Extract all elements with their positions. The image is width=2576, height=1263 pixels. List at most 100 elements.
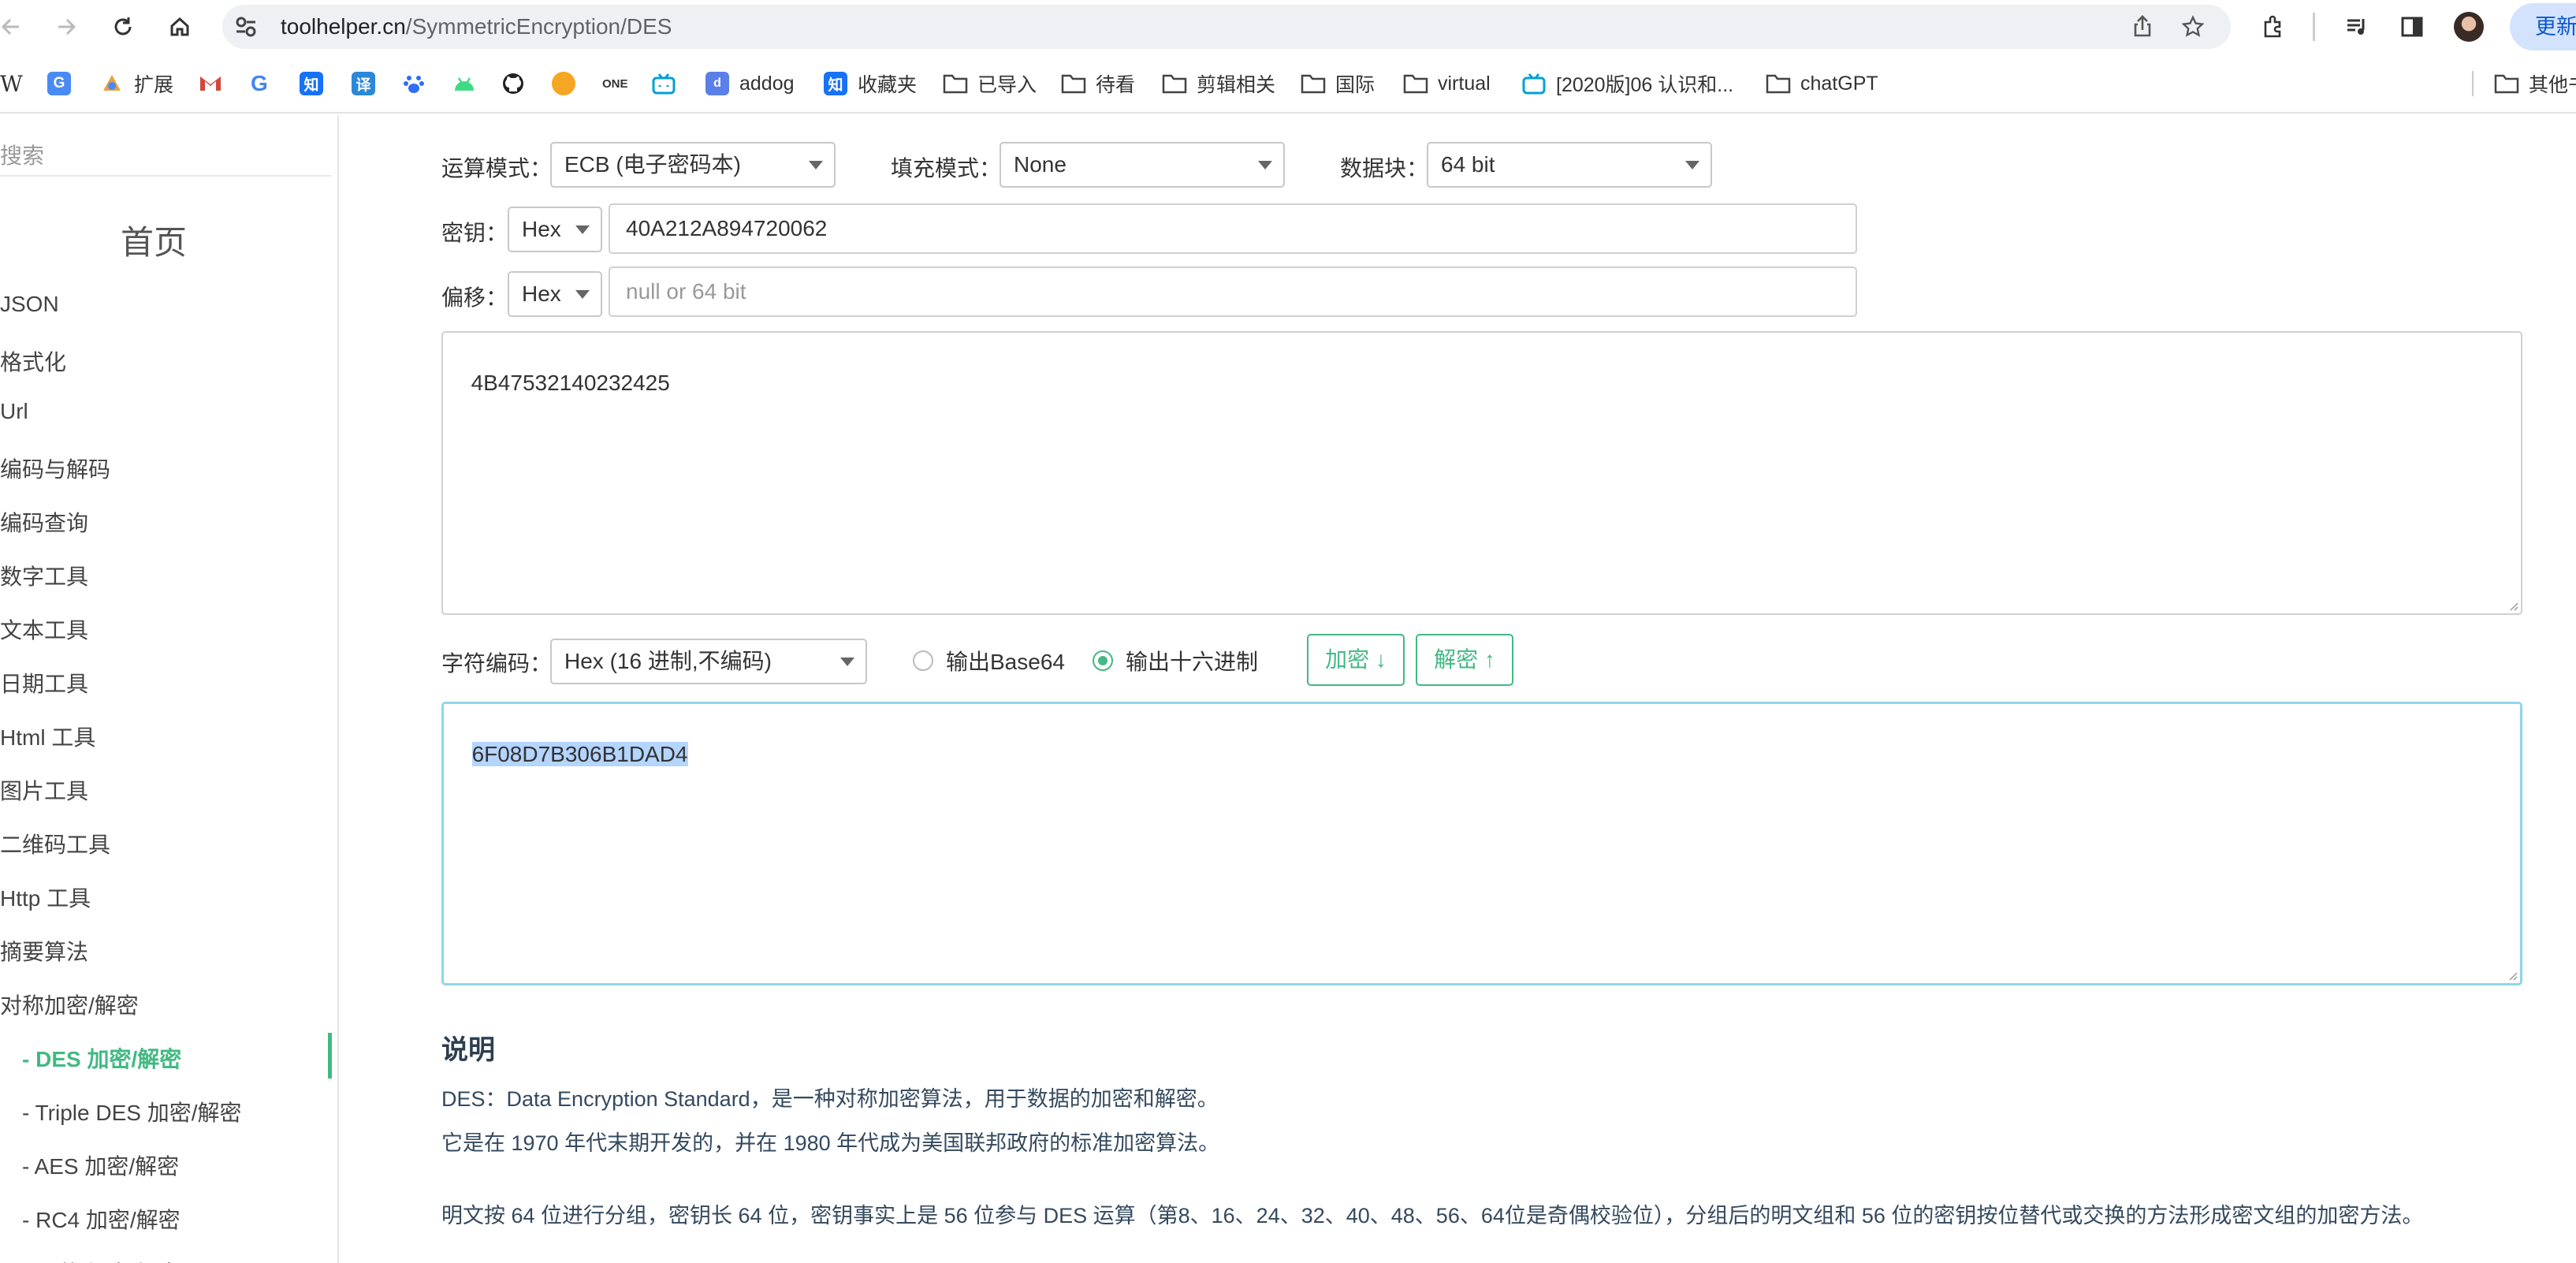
wikipedia-icon[interactable]: W [0, 54, 23, 114]
resize-handle-icon[interactable] [2507, 600, 2518, 611]
site-settings-icon[interactable] [233, 14, 259, 39]
sidebar-item-number-tools[interactable]: 数字工具 [0, 560, 88, 591]
description-line-2: 它是在 1970 年代末期开发的，并在 1980 年代成为美国联邦政府的标准加密… [441, 1131, 1220, 1155]
radio-unchecked-icon [913, 650, 933, 671]
sidebar-item-html-tools[interactable]: Html 工具 [0, 721, 95, 752]
bookmark-folder-international[interactable]: 国际 [1301, 54, 1375, 114]
sidebar-item-encode-decode[interactable]: 编码与解码 [0, 453, 110, 484]
folder-icon [943, 71, 968, 96]
output-text: 6F08D7B306B1DAD4 [471, 742, 688, 766]
bookmark-folder-editing[interactable]: 剪辑相关 [1162, 54, 1275, 114]
github-icon[interactable] [501, 54, 525, 114]
key-input[interactable]: 40A212A894720062 [609, 203, 1857, 254]
description-line-3: 明文按 64 位进行分组，密钥长 64 位，密钥事实上是 56 位参与 DES … [441, 1204, 2424, 1228]
google-icon[interactable]: G [251, 54, 268, 114]
charset-label: 字符编码： [441, 651, 553, 676]
chevron-down-icon [575, 225, 590, 234]
chevron-down-icon [840, 658, 854, 666]
mode-select[interactable]: ECB (电子密码本) [550, 142, 836, 188]
bookmarks-bar: W G 扩展 G 知 译 ONE d addog 知 收藏夹 已导入 待看 剪辑… [0, 54, 2576, 114]
zhihu-icon: 知 [823, 71, 848, 96]
bookmark-folder-other[interactable]: 其他书 [2494, 54, 2576, 114]
profile-avatar-icon[interactable] [2451, 9, 2486, 44]
folder-icon [1766, 71, 1791, 96]
browser-toolbar: toolhelper.cn/SymmetricEncryption/DES 更新 [0, 0, 2576, 54]
chevron-down-icon [575, 290, 590, 299]
back-icon[interactable] [0, 9, 28, 44]
bookmark-star-icon[interactable] [2176, 9, 2210, 44]
sidebar-subitem-rc4[interactable]: - RC4 加密/解密 [22, 1203, 181, 1235]
url-text: toolhelper.cn/SymmetricEncryption/DES [281, 14, 672, 39]
mode-label: 运算模式： [441, 156, 553, 181]
padding-label: 填充模式： [891, 156, 1002, 181]
sidebar: 搜索 首页 JSON 格式化 Url 编码与解码 编码查询 数字工具 文本工具 … [0, 115, 339, 1263]
sidebar-item-encode-lookup[interactable]: 编码查询 [0, 506, 88, 538]
orange-site-icon[interactable] [552, 54, 575, 114]
bookmarks-divider [2472, 71, 2474, 96]
sidebar-item-symmetric[interactable]: 对称加密/解密 [0, 989, 139, 1020]
sidebar-item-http-tools[interactable]: Http 工具 [0, 881, 91, 913]
sidebar-item-qrcode-tools[interactable]: 二维码工具 [0, 828, 110, 859]
baidu-icon[interactable] [402, 54, 426, 114]
folder-icon [1403, 71, 1428, 96]
bookmark-extensions[interactable]: 扩展 [99, 54, 173, 114]
encrypt-button[interactable]: 加密 ↓ [1307, 634, 1405, 686]
media-control-icon[interactable] [2340, 9, 2374, 44]
android-icon[interactable] [452, 54, 476, 114]
folder-icon [1061, 71, 1086, 96]
sidebar-item-json[interactable]: JSON [0, 292, 59, 317]
sidebar-subitem-rabbit[interactable]: - 月节 加密/解密 [22, 1257, 181, 1263]
sidebar-home[interactable]: 首页 [0, 216, 307, 264]
side-panel-icon[interactable] [2395, 9, 2429, 44]
bookmark-folder-watch-later[interactable]: 待看 [1061, 54, 1135, 114]
block-select[interactable]: 64 bit [1427, 142, 1712, 188]
update-button[interactable]: 更新 [2510, 3, 2576, 50]
forward-icon[interactable] [49, 9, 84, 44]
toolbar-divider [2313, 13, 2315, 41]
sidebar-subitem-aes[interactable]: - AES 加密/解密 [22, 1149, 179, 1181]
bookmark-folder-chatgpt[interactable]: chatGPT [1766, 54, 1878, 114]
chevron-down-icon [1258, 161, 1272, 170]
sidebar-item-date-tools[interactable]: 日期工具 [0, 667, 88, 699]
home-icon[interactable] [162, 9, 197, 44]
bookmark-folder-imported[interactable]: 已导入 [943, 54, 1037, 114]
decrypt-button[interactable]: 解密 ↑ [1416, 634, 1513, 686]
sidebar-item-digest[interactable]: 摘要算法 [0, 935, 88, 967]
iv-format-select[interactable]: Hex [508, 271, 602, 317]
padding-select[interactable]: None [1000, 142, 1285, 188]
output-base64-radio[interactable]: 输出Base64 [913, 645, 1065, 676]
translate-bookmark-icon[interactable]: 译 [352, 54, 375, 114]
key-format-select[interactable]: Hex [508, 207, 602, 252]
sidebar-item-text-tools[interactable]: 文本工具 [0, 613, 88, 645]
one-icon[interactable]: ONE [602, 54, 628, 114]
address-bar[interactable]: toolhelper.cn/SymmetricEncryption/DES [222, 5, 2231, 49]
reload-icon[interactable] [106, 9, 140, 44]
sidebar-subitem-triple-des[interactable]: - Triple DES 加密/解密 [22, 1096, 241, 1127]
radio-checked-icon [1093, 650, 1113, 671]
zhihu-bookmark-icon[interactable]: 知 [300, 54, 323, 114]
translate-icon[interactable]: G [47, 54, 71, 114]
bookmark-favorites[interactable]: 知 收藏夹 [823, 54, 917, 114]
sidebar-item-url[interactable]: Url [0, 399, 28, 424]
key-label: 密钥： [441, 221, 508, 245]
resize-handle-icon[interactable] [2507, 970, 2518, 981]
sidebar-subitem-des[interactable]: - DES 加密/解密 [22, 1042, 181, 1074]
folder-icon [2494, 71, 2519, 96]
plaintext-textarea[interactable]: 4B47532140232425 [441, 331, 2522, 615]
folder-icon [1301, 71, 1326, 96]
iv-input[interactable]: null or 64 bit [609, 266, 1857, 317]
bookmark-folder-virtual[interactable]: virtual [1403, 54, 1491, 114]
output-textarea[interactable]: 6F08D7B306B1DAD4 [441, 702, 2522, 985]
sidebar-item-format[interactable]: 格式化 [0, 345, 66, 377]
output-hex-radio[interactable]: 输出十六进制 [1093, 645, 1258, 676]
share-icon[interactable] [2125, 9, 2160, 44]
charset-select[interactable]: Hex (16 进制,不编码) [550, 639, 867, 684]
search-input[interactable]: 搜索 [0, 131, 331, 177]
bookmark-addog[interactable]: d addog [705, 54, 795, 114]
sidebar-item-image-tools[interactable]: 图片工具 [0, 774, 88, 806]
extensions-icon[interactable] [2256, 9, 2291, 44]
gmail-icon[interactable] [199, 54, 222, 114]
extensions-bookmark-icon [99, 71, 125, 96]
bilibili-bookmark-icon[interactable] [651, 54, 676, 114]
bookmark-bilibili-video[interactable]: [2020版]06 认识和... [1521, 54, 1733, 114]
